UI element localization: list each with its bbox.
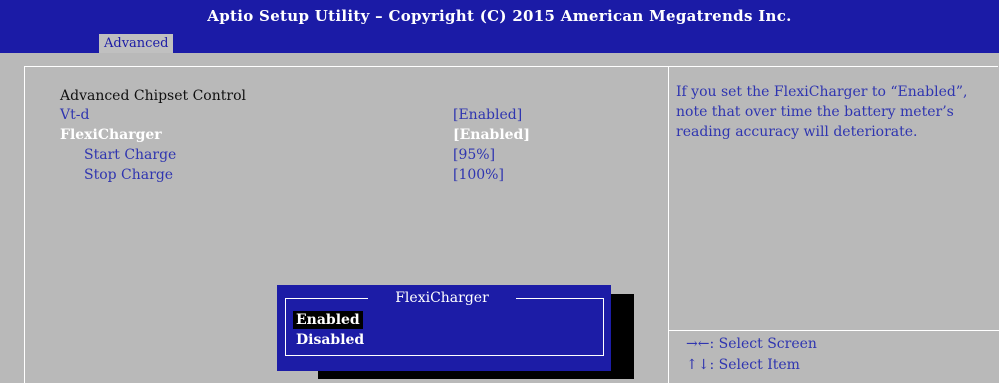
- setting-label-vt-d[interactable]: Vt-d: [60, 107, 89, 123]
- section-title: Advanced Chipset Control: [60, 88, 246, 104]
- window-title: Aptio Setup Utility – Copyright (C) 2015…: [207, 7, 792, 25]
- setting-value-vt-d[interactable]: [Enabled]: [453, 107, 522, 123]
- key-legend-item-label: : Select Item: [709, 357, 800, 373]
- tab-advanced[interactable]: Advanced: [99, 34, 174, 53]
- setting-label-start-charge[interactable]: Start Charge: [84, 147, 176, 163]
- help-divider: [668, 330, 999, 331]
- popup-frame-top-left: [285, 298, 368, 299]
- key-legend-item: ↑↓: Select Item: [686, 357, 800, 373]
- arrow-up-down-icon: ↑↓: [686, 357, 710, 373]
- setting-value-stop-charge[interactable]: [100%]: [453, 167, 504, 183]
- arrow-left-right-icon: →←: [686, 336, 710, 352]
- key-legend-screen: →←: Select Screen: [686, 336, 817, 352]
- setting-label-stop-charge[interactable]: Stop Charge: [84, 167, 173, 183]
- popup-option-enabled[interactable]: Enabled: [293, 311, 363, 329]
- key-legend-screen-label: : Select Screen: [709, 336, 817, 352]
- bios-screen: Aptio Setup Utility – Copyright (C) 2015…: [0, 0, 999, 383]
- setting-label-flexicharger[interactable]: FlexiCharger: [60, 127, 162, 143]
- popup-option-disabled[interactable]: Disabled: [293, 331, 367, 349]
- setting-value-start-charge[interactable]: [95%]: [453, 147, 495, 163]
- popup-title: FlexiCharger: [395, 290, 489, 306]
- setting-value-flexicharger[interactable]: [Enabled]: [453, 127, 530, 143]
- popup-frame-top-right: [516, 298, 603, 299]
- help-text: If you set the FlexiCharger to “Enabled”…: [676, 84, 968, 140]
